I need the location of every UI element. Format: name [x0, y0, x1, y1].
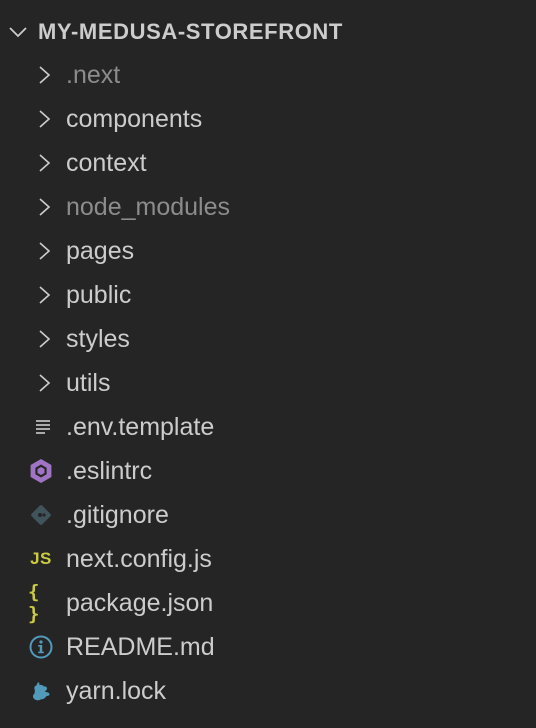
file-readme-md[interactable]: README.md — [0, 625, 536, 669]
chevron-right-icon — [39, 198, 51, 216]
folder-label: components — [66, 105, 203, 133]
folder-utils[interactable]: utils — [0, 361, 536, 405]
folder-label: .next — [66, 61, 121, 89]
folder-label: styles — [66, 325, 130, 353]
folder-node-modules[interactable]: node_modules — [0, 185, 536, 229]
file-explorer: MY-MEDUSA-STOREFRONT .next components co… — [0, 0, 536, 728]
yarn-icon — [28, 678, 54, 704]
file-label: .eslintrc — [66, 457, 153, 485]
folder-public[interactable]: public — [0, 273, 536, 317]
file-label: yarn.lock — [66, 677, 167, 705]
file-label: .gitignore — [66, 501, 169, 529]
chevron-right-icon — [39, 286, 51, 304]
eslint-icon — [28, 458, 54, 484]
git-icon — [28, 502, 54, 528]
folder-label: context — [66, 149, 147, 177]
chevron-right-icon — [39, 154, 51, 172]
file-label: README.md — [66, 633, 215, 661]
file-label: next.config.js — [66, 545, 212, 573]
folder-pages[interactable]: pages — [0, 229, 536, 273]
file-tree: .next components context node_modules pa — [0, 53, 536, 713]
file-label: .env.template — [66, 413, 215, 441]
folder-label: node_modules — [66, 193, 231, 221]
chevron-right-icon — [39, 374, 51, 392]
folder-label: pages — [66, 237, 135, 265]
chevron-right-icon — [39, 66, 51, 84]
folder-label: utils — [66, 369, 111, 397]
root-folder-header[interactable]: MY-MEDUSA-STOREFRONT — [0, 9, 536, 53]
lines-file-icon — [28, 414, 54, 440]
file-gitignore[interactable]: .gitignore — [0, 493, 536, 537]
chevron-down-icon[interactable] — [8, 22, 28, 42]
file-yarn-lock[interactable]: yarn.lock — [0, 669, 536, 713]
json-icon-text: { } — [28, 581, 39, 625]
file-env-template[interactable]: .env.template — [0, 405, 536, 449]
chevron-right-icon — [39, 330, 51, 348]
root-folder-title: MY-MEDUSA-STOREFRONT — [38, 19, 343, 44]
folder-components[interactable]: components — [0, 97, 536, 141]
folder-context[interactable]: context — [0, 141, 536, 185]
folder-next[interactable]: .next — [0, 53, 536, 97]
folder-label: public — [66, 281, 132, 309]
chevron-right-icon — [39, 110, 51, 128]
chevron-right-icon — [39, 242, 51, 260]
file-eslintrc[interactable]: .eslintrc — [0, 449, 536, 493]
file-label: package.json — [66, 589, 214, 617]
file-next-config-js[interactable]: JS next.config.js — [0, 537, 536, 581]
js-icon-text: JS — [30, 549, 52, 568]
js-icon: JS — [28, 546, 54, 572]
info-icon — [28, 634, 54, 660]
folder-styles[interactable]: styles — [0, 317, 536, 361]
file-package-json[interactable]: { } package.json — [0, 581, 536, 625]
json-icon: { } — [28, 581, 54, 625]
